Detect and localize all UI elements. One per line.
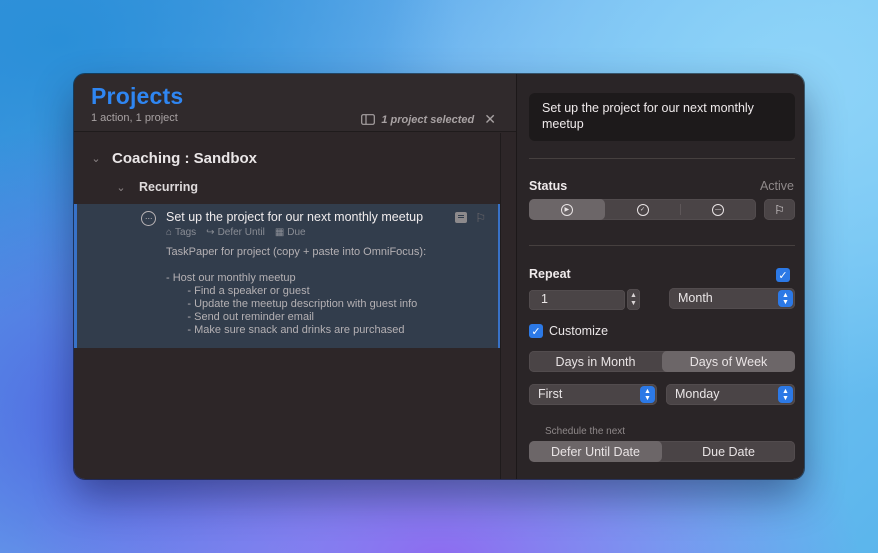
flag-icon: ⚐ (774, 202, 785, 217)
calendar-icon: ▦ (274, 227, 285, 238)
divider (529, 245, 795, 246)
flag-icon[interactable]: ⚐ (475, 211, 486, 225)
chevron-updown-icon: ▲ ▼ (778, 290, 793, 307)
ordinal-value: First (538, 387, 563, 401)
project-row[interactable]: ⌄ Recurring (115, 180, 198, 194)
status-label: Status (529, 179, 568, 193)
tag-icon: ⌂ (166, 227, 173, 238)
folder-label: Coaching : Sandbox (112, 150, 258, 167)
tab-defer-until-date[interactable]: Defer Until Date (529, 441, 662, 462)
inspector-pane: Set up the project for our next monthly … (516, 74, 804, 479)
chevron-down-icon[interactable]: ⌄ (115, 181, 127, 194)
folder-row[interactable]: ⌄ Coaching : Sandbox (90, 150, 257, 167)
status-dropped-button[interactable]: — (680, 199, 756, 220)
weekday-select[interactable]: Monday ▲ ▼ (666, 384, 795, 405)
tab-due-date[interactable]: Due Date (662, 441, 795, 462)
selection-indicator: 1 project selected ✕ (361, 111, 496, 128)
task-status-circle[interactable]: ··· (141, 211, 156, 226)
status-completed-button[interactable]: ✓ (605, 199, 681, 220)
chevron-down-icon[interactable]: ⌄ (90, 152, 102, 165)
due-field[interactable]: ▦ Due (275, 227, 306, 238)
summary-text: 1 action, 1 project (91, 112, 178, 124)
repeat-checkbox[interactable]: ✓ (776, 268, 790, 282)
selection-count: 1 project selected (381, 113, 475, 126)
scrollbar[interactable] (500, 133, 516, 479)
minus-circle-icon: — (712, 203, 725, 216)
repeat-unit-value: Month (678, 291, 713, 305)
projects-header: Projects 1 action, 1 project 1 project s… (74, 74, 516, 132)
sidebar-icon[interactable] (361, 114, 376, 125)
schedule-tabs[interactable]: Defer Until Date Due Date (529, 441, 795, 462)
status-active-button[interactable]: ▶ (529, 199, 605, 220)
task-note[interactable]: TaskPaper for project (copy + paste into… (166, 246, 426, 337)
repeat-interval-field[interactable]: 1 (529, 290, 625, 310)
status-segmented-control[interactable]: ▶ ✓ — (529, 199, 756, 220)
defer-field[interactable]: ↪ Defer Until (206, 227, 265, 238)
task-meta: ⌂ Tags ↪ Defer Until ▦ Due (166, 227, 306, 238)
ordinal-select[interactable]: First ▲ ▼ (529, 384, 657, 405)
chevron-updown-icon: ▲ ▼ (778, 386, 793, 403)
tags-field[interactable]: ⌂ Tags (166, 227, 196, 238)
divider (529, 158, 795, 159)
play-circle-icon: ▶ (560, 203, 573, 216)
chevron-up-icon[interactable]: ▲ (630, 292, 637, 300)
arrow-icon: ↪ (206, 227, 215, 238)
outline-view[interactable]: ⌄ Coaching : Sandbox ⌄ Recurring ··· Set… (74, 133, 500, 479)
customize-checkbox[interactable]: ✓ (529, 324, 543, 338)
schedule-label: Schedule the next (545, 426, 626, 437)
omnifocus-window: Projects 1 action, 1 project 1 project s… (74, 74, 804, 479)
project-name-field[interactable]: Set up the project for our next monthly … (529, 93, 795, 141)
chevron-down-icon[interactable]: ▼ (630, 300, 637, 308)
task-row[interactable]: ··· Set up the project for our next mont… (74, 204, 500, 348)
repeat-interval-stepper[interactable]: ▲ ▼ (627, 289, 640, 310)
checkmark-circle-icon: ✓ (636, 203, 649, 216)
task-title[interactable]: Set up the project for our next monthly … (166, 210, 423, 224)
close-icon[interactable]: ✕ (484, 111, 496, 128)
flag-button[interactable]: ⚐ (764, 199, 795, 220)
weekday-value: Monday (675, 387, 720, 401)
chevron-updown-icon: ▲ ▼ (640, 386, 655, 403)
tab-days-in-month[interactable]: Days in Month (529, 351, 662, 372)
repeat-unit-select[interactable]: Month ▲ ▼ (669, 288, 795, 309)
note-icon[interactable] (455, 212, 467, 223)
status-value: Active (759, 179, 794, 193)
tab-days-of-week[interactable]: Days of Week (662, 351, 795, 372)
customize-label[interactable]: Customize (549, 324, 608, 338)
project-label: Recurring (139, 180, 199, 194)
repeat-label: Repeat (529, 267, 571, 281)
custom-mode-tabs[interactable]: Days in Month Days of Week (529, 351, 795, 372)
page-title: Projects (91, 83, 184, 109)
projects-pane: Projects 1 action, 1 project 1 project s… (74, 74, 516, 479)
